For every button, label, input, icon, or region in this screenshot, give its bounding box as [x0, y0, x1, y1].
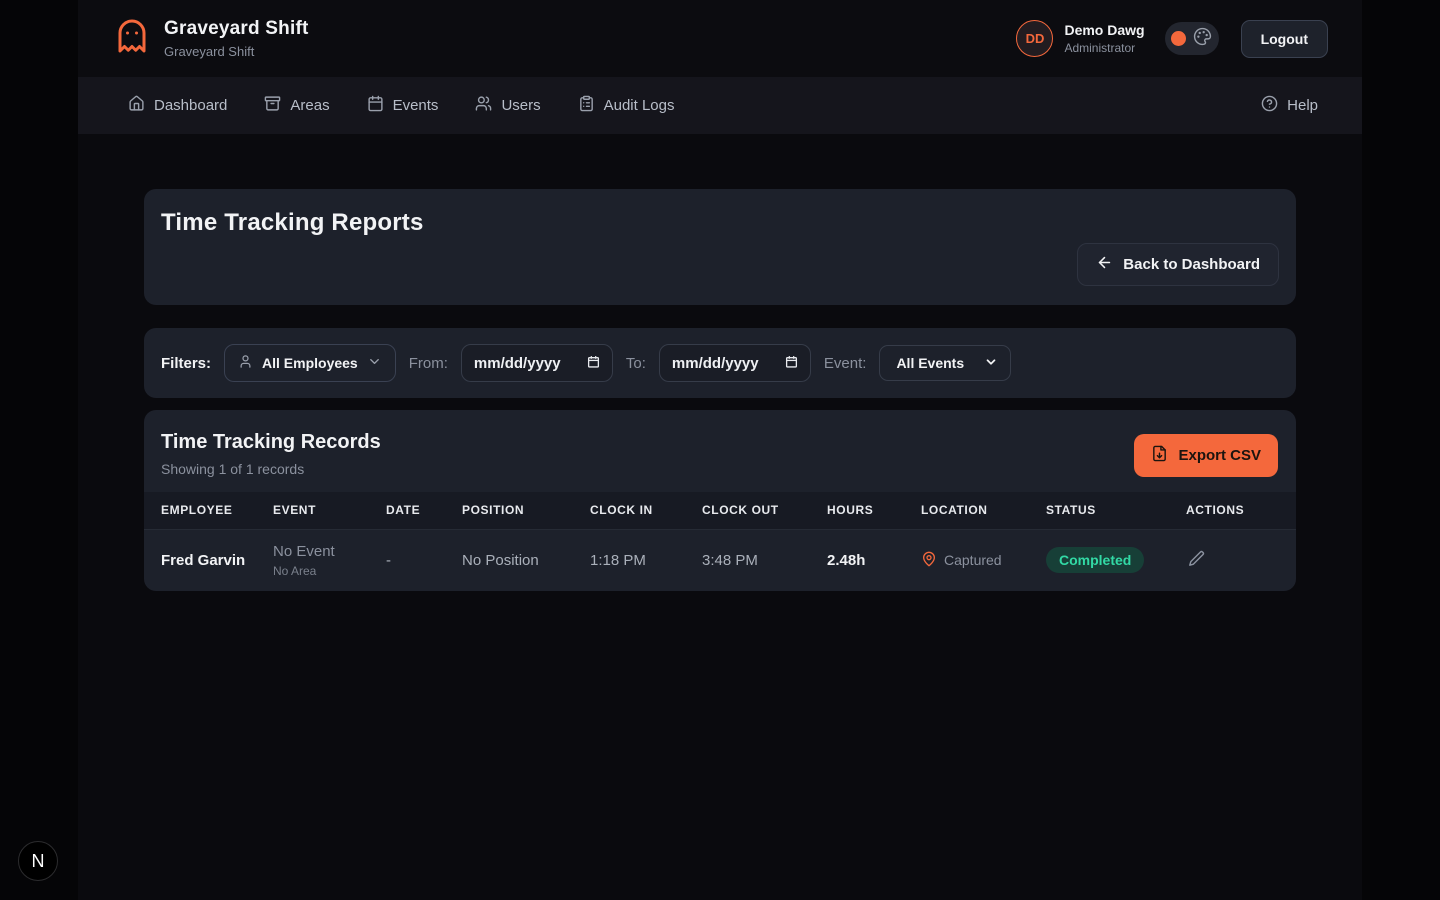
user-icon — [238, 354, 253, 372]
col-position: POSITION — [462, 492, 590, 529]
to-label: To: — [626, 355, 646, 372]
file-download-icon — [1151, 445, 1168, 466]
reports-header-card: Time Tracking Reports Back to Dashboard — [144, 189, 1296, 305]
logout-button[interactable]: Logout — [1241, 20, 1328, 58]
col-event: EVENT — [273, 492, 386, 529]
palette-icon — [1193, 27, 1212, 51]
records-head-text: Time Tracking Records Showing 1 of 1 rec… — [161, 431, 381, 477]
status-badge: Completed — [1046, 547, 1144, 573]
nextjs-dev-badge[interactable]: N — [18, 841, 58, 881]
col-location: LOCATION — [921, 492, 1046, 529]
nav-label: Audit Logs — [604, 97, 675, 114]
nav-item-events[interactable]: Events — [367, 95, 439, 116]
col-hours: HOURS — [827, 492, 921, 529]
edit-record-button[interactable] — [1186, 548, 1207, 572]
theme-color-dot — [1171, 31, 1186, 46]
nav-label: Dashboard — [154, 97, 227, 114]
location-label: Captured — [944, 552, 1002, 568]
ghost-logo-icon — [114, 18, 150, 59]
chevron-down-icon — [367, 354, 382, 372]
event-filter-value: All Events — [896, 355, 964, 371]
user-name: Demo Dawg — [1064, 22, 1144, 38]
nav-label: Help — [1287, 97, 1318, 114]
page-content: Time Tracking Reports Back to Dashboard … — [144, 134, 1296, 591]
archive-icon — [264, 95, 281, 116]
main-nav: Dashboard Areas — [78, 77, 1362, 134]
help-icon — [1261, 95, 1278, 116]
col-employee: EMPLOYEE — [144, 492, 273, 529]
calendar-icon — [367, 95, 384, 116]
app-title: Graveyard Shift — [164, 18, 309, 40]
records-head: Time Tracking Records Showing 1 of 1 rec… — [144, 410, 1296, 492]
user-info: Demo Dawg Administrator — [1064, 22, 1144, 55]
from-label: From: — [409, 355, 448, 372]
calendar-picker-icon[interactable] — [785, 355, 798, 372]
records-title: Time Tracking Records — [161, 431, 381, 454]
records-table: EMPLOYEE EVENT DATE POSITION CLOCK IN CL… — [144, 492, 1296, 591]
table-row: Fred Garvin No Event No Area - No Positi… — [144, 529, 1296, 591]
col-actions: ACTIONS — [1186, 492, 1296, 529]
from-date-value: mm/dd/yyyy — [474, 355, 561, 372]
export-label: Export CSV — [1178, 447, 1261, 464]
calendar-picker-icon[interactable] — [587, 355, 600, 372]
cell-location[interactable]: Captured — [921, 551, 1046, 570]
nav-items: Dashboard Areas — [128, 95, 675, 116]
nav-label: Users — [501, 97, 540, 114]
users-icon — [475, 95, 492, 116]
employee-filter-dropdown[interactable]: All Employees — [224, 344, 396, 382]
records-summary: Showing 1 of 1 records — [161, 461, 381, 477]
home-icon — [128, 95, 145, 116]
cell-date: - — [386, 552, 391, 569]
nav-item-users[interactable]: Users — [475, 95, 540, 116]
app-header: Graveyard Shift Graveyard Shift DD Demo … — [78, 0, 1362, 77]
nav-label: Areas — [290, 97, 329, 114]
filters-bar: Filters: All Employees From: mm/dd/yyy — [144, 328, 1296, 398]
cell-position: No Position — [462, 552, 539, 569]
cell-area: No Area — [273, 564, 386, 578]
export-csv-button[interactable]: Export CSV — [1134, 434, 1278, 477]
back-button-label: Back to Dashboard — [1123, 256, 1260, 273]
nav-label: Events — [393, 97, 439, 114]
nav-item-areas[interactable]: Areas — [264, 95, 329, 116]
app-subtitle: Graveyard Shift — [164, 44, 309, 59]
theme-toggle[interactable] — [1165, 22, 1219, 55]
cell-event: No Event — [273, 543, 386, 560]
cell-clock-in: 1:18 PM — [590, 552, 646, 569]
records-card: Time Tracking Records Showing 1 of 1 rec… — [144, 410, 1296, 591]
to-date-input[interactable]: mm/dd/yyyy — [659, 344, 811, 382]
back-to-dashboard-button[interactable]: Back to Dashboard — [1077, 243, 1279, 286]
col-date: DATE — [386, 492, 462, 529]
chevron-down-icon — [984, 355, 998, 372]
col-clock-out: CLOCK OUT — [702, 492, 827, 529]
employee-filter-value: All Employees — [262, 355, 358, 371]
app-column: Graveyard Shift Graveyard Shift DD Demo … — [78, 0, 1362, 900]
col-clock-in: CLOCK IN — [590, 492, 702, 529]
arrow-left-icon — [1096, 254, 1113, 275]
user-role: Administrator — [1064, 41, 1144, 55]
header-right: DD Demo Dawg Administrator — [1016, 20, 1328, 58]
from-date-input[interactable]: mm/dd/yyyy — [461, 344, 613, 382]
event-filter-select[interactable]: All Events — [879, 345, 1011, 381]
clipboard-icon — [578, 95, 595, 116]
cell-hours: 2.48h — [827, 552, 865, 569]
page-title: Time Tracking Reports — [161, 209, 1279, 237]
filters-label: Filters: — [161, 355, 211, 372]
avatar: DD — [1016, 20, 1053, 57]
table-header-row: EMPLOYEE EVENT DATE POSITION CLOCK IN CL… — [144, 492, 1296, 529]
cell-clock-out: 3:48 PM — [702, 552, 758, 569]
nav-item-dashboard[interactable]: Dashboard — [128, 95, 227, 116]
user-chip: DD Demo Dawg Administrator — [1016, 20, 1144, 57]
col-status: STATUS — [1046, 492, 1186, 529]
pencil-icon — [1188, 555, 1205, 570]
map-pin-icon — [921, 551, 937, 570]
nav-item-audit-logs[interactable]: Audit Logs — [578, 95, 675, 116]
brand: Graveyard Shift Graveyard Shift — [114, 18, 309, 59]
cell-employee: Fred Garvin — [161, 552, 245, 569]
event-label: Event: — [824, 355, 867, 372]
nav-item-help[interactable]: Help — [1261, 95, 1318, 116]
brand-text: Graveyard Shift Graveyard Shift — [164, 18, 309, 59]
to-date-value: mm/dd/yyyy — [672, 355, 759, 372]
